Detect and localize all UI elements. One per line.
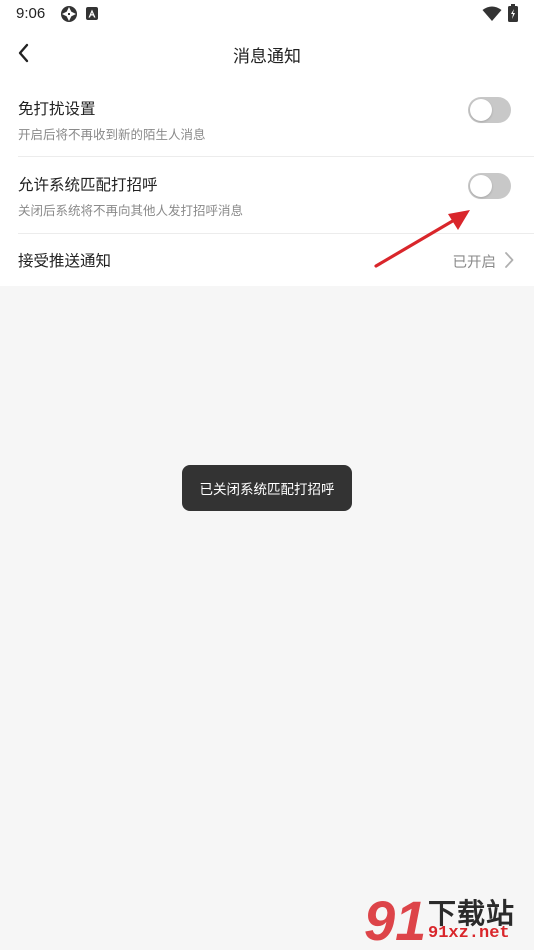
setting-subtitle: 关闭后系统将不再向其他人发打招呼消息	[18, 203, 244, 218]
battery-charging-icon	[508, 4, 518, 22]
app-header: 消息通知	[0, 28, 534, 80]
setting-title: 免打扰设置	[18, 100, 96, 118]
setting-title: 允许系统匹配打招呼	[18, 176, 158, 194]
wifi-icon	[482, 6, 502, 21]
aperture-icon	[61, 6, 77, 22]
a-letter-icon	[86, 7, 98, 20]
annotation-arrow-icon	[374, 210, 470, 268]
chevron-right-icon	[505, 252, 514, 268]
toggle-knob	[470, 99, 492, 121]
page-title: 消息通知	[233, 47, 301, 67]
setting-title: 接受推送通知	[18, 252, 112, 270]
svg-text:91: 91	[364, 890, 426, 950]
watermark-logo: 91 下载站 91xz.net	[362, 890, 534, 950]
setting-subtitle: 开启后将不再收到新的陌生人消息	[18, 127, 206, 142]
match-greeting-toggle[interactable]	[468, 173, 511, 199]
toast-message: 已关闭系统匹配打招呼	[182, 465, 352, 511]
toggle-knob	[470, 175, 492, 197]
status-bar: 9:06	[0, 0, 534, 28]
setting-row-dnd: 免打扰设置 开启后将不再收到新的陌生人消息	[0, 80, 534, 156]
brand-logo-icon: 91	[364, 890, 426, 950]
watermark-domain: 91xz.net	[428, 924, 510, 943]
status-time: 9:06	[16, 5, 46, 22]
dnd-toggle[interactable]	[468, 97, 511, 123]
